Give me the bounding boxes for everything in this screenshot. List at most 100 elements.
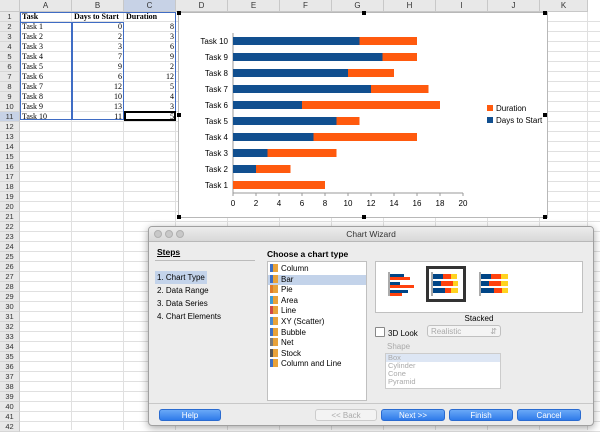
data-cell[interactable]: 12 [124, 72, 176, 82]
data-cell[interactable]: 10 [72, 92, 124, 102]
row-header-25[interactable]: 25 [0, 252, 20, 262]
resize-handle[interactable] [177, 113, 181, 117]
chart-type-pie[interactable]: Pie [268, 285, 366, 296]
row-header-14[interactable]: 14 [0, 142, 20, 152]
step-data-range[interactable]: 2. Data Range [155, 284, 255, 297]
row-header-34[interactable]: 34 [0, 342, 20, 352]
data-cell[interactable]: Task 4 [20, 52, 72, 62]
row-header-31[interactable]: 31 [0, 312, 20, 322]
data-cell[interactable]: 3 [124, 32, 176, 42]
data-cell[interactable]: 3 [72, 42, 124, 52]
data-cell[interactable]: 4 [124, 92, 176, 102]
look-style-select[interactable]: Realistic ⇵ [427, 325, 501, 337]
column-header-i[interactable]: I [436, 0, 488, 12]
active-cell-cursor[interactable] [124, 111, 176, 121]
checkbox-icon[interactable] [375, 327, 385, 337]
row-header-37[interactable]: 37 [0, 372, 20, 382]
step-chart-elements[interactable]: 4. Chart Elements [155, 310, 255, 323]
data-cell[interactable]: 5 [124, 82, 176, 92]
row-header-12[interactable]: 12 [0, 122, 20, 132]
resize-handle[interactable] [543, 215, 547, 219]
data-cell[interactable]: 0 [72, 22, 124, 32]
data-cell[interactable]: 9 [72, 62, 124, 72]
back-button[interactable]: << Back [315, 409, 377, 421]
row-header-8[interactable]: 8 [0, 82, 20, 92]
row-header-39[interactable]: 39 [0, 392, 20, 402]
data-cell[interactable]: 8 [124, 22, 176, 32]
data-cell[interactable]: 7 [72, 52, 124, 62]
finish-button[interactable]: Finish [449, 409, 513, 421]
row-header-10[interactable]: 10 [0, 102, 20, 112]
data-cell[interactable]: 2 [124, 62, 176, 72]
row-header-4[interactable]: 4 [0, 42, 20, 52]
row-header-32[interactable]: 32 [0, 322, 20, 332]
data-cell[interactable]: 12 [72, 82, 124, 92]
row-header-38[interactable]: 38 [0, 382, 20, 392]
row-header-27[interactable]: 27 [0, 272, 20, 282]
data-cell[interactable]: 13 [72, 102, 124, 112]
column-header-a[interactable]: A [20, 0, 72, 12]
chart-type-list[interactable]: Column Bar Pie Area Line XY (Scatter) Bubble Ne… [267, 261, 367, 401]
data-cell[interactable]: Task 6 [20, 72, 72, 82]
data-cell[interactable]: Task 3 [20, 42, 72, 52]
chart-type-stock[interactable]: Stock [268, 348, 366, 360]
chart-type-column[interactable]: Column [268, 264, 366, 275]
shape-list[interactable]: Box Cylinder Cone Pyramid [385, 353, 501, 389]
chart-type-column-and-line[interactable]: Column and Line [268, 359, 366, 370]
row-header-1[interactable]: 1 [0, 12, 20, 22]
row-header-3[interactable]: 3 [0, 32, 20, 42]
chart-type-area[interactable]: Area [268, 295, 366, 307]
data-cell[interactable]: 2 [72, 32, 124, 42]
column-header-g[interactable]: G [332, 0, 384, 12]
column-header-f[interactable]: F [280, 0, 332, 12]
row-header-7[interactable]: 7 [0, 72, 20, 82]
row-header-23[interactable]: 23 [0, 232, 20, 242]
step-data-series[interactable]: 3. Data Series [155, 297, 255, 310]
resize-handle[interactable] [362, 215, 366, 219]
next-button[interactable]: Next >> [381, 409, 445, 421]
column-header-b[interactable]: B [72, 0, 124, 12]
column-header-e[interactable]: E [228, 0, 280, 12]
column-header-j[interactable]: J [488, 0, 540, 12]
row-header-26[interactable]: 26 [0, 262, 20, 272]
shape-item-pyramid[interactable]: Pyramid [386, 378, 500, 386]
row-header-9[interactable]: 9 [0, 92, 20, 102]
data-cell[interactable]: 6 [124, 42, 176, 52]
data-cell[interactable]: 9 [124, 52, 176, 62]
header-cell[interactable]: Days to Start [72, 12, 124, 22]
chart-variant-gallery[interactable] [375, 261, 583, 313]
data-cell[interactable]: Task 10 [20, 112, 72, 122]
variant-stacked[interactable] [426, 266, 466, 302]
row-header-30[interactable]: 30 [0, 302, 20, 312]
header-cell[interactable]: Task [20, 12, 72, 22]
data-cell[interactable]: Task 9 [20, 102, 72, 112]
chart-type-bar[interactable]: Bar [268, 274, 366, 286]
column-header-c[interactable]: C [124, 0, 176, 12]
data-cell[interactable]: Task 8 [20, 92, 72, 102]
row-header-15[interactable]: 15 [0, 152, 20, 162]
row-header-41[interactable]: 41 [0, 412, 20, 422]
data-cell[interactable]: Task 7 [20, 82, 72, 92]
row-header-18[interactable]: 18 [0, 182, 20, 192]
resize-handle[interactable] [362, 11, 366, 15]
column-header-k[interactable]: K [540, 0, 588, 12]
help-button[interactable]: Help [159, 409, 221, 421]
row-header-16[interactable]: 16 [0, 162, 20, 172]
variant-normal[interactable] [384, 268, 420, 300]
row-header-33[interactable]: 33 [0, 332, 20, 342]
resize-handle[interactable] [177, 215, 181, 219]
row-header-42[interactable]: 42 [0, 422, 20, 432]
row-header-19[interactable]: 19 [0, 192, 20, 202]
row-header-17[interactable]: 17 [0, 172, 20, 182]
row-header-28[interactable]: 28 [0, 282, 20, 292]
resize-handle[interactable] [543, 113, 547, 117]
look-3d-checkbox[interactable]: 3D Look [375, 327, 418, 338]
chart-type-line[interactable]: Line [268, 306, 366, 317]
data-cell[interactable]: Task 5 [20, 62, 72, 72]
row-header-22[interactable]: 22 [0, 222, 20, 232]
column-header-h[interactable]: H [384, 0, 436, 12]
row-header-13[interactable]: 13 [0, 132, 20, 142]
chart-type-xy-scatter[interactable]: XY (Scatter) [268, 316, 366, 328]
row-header-6[interactable]: 6 [0, 62, 20, 72]
row-header-2[interactable]: 2 [0, 22, 20, 32]
